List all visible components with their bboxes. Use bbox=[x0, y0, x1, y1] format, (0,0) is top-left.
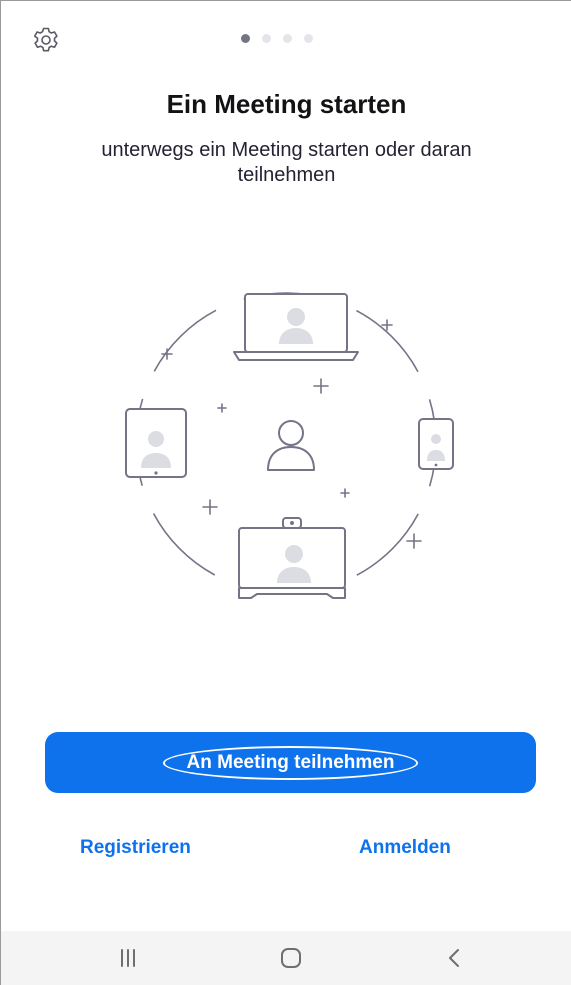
page-dot bbox=[304, 34, 313, 43]
page-title: Ein Meeting starten bbox=[166, 89, 407, 119]
signin-link[interactable]: Anmelden bbox=[359, 837, 451, 859]
recent-apps-icon[interactable] bbox=[113, 945, 143, 971]
register-link[interactable]: Registrieren bbox=[80, 837, 191, 859]
page-dot bbox=[262, 34, 271, 43]
page-dot-active bbox=[241, 34, 250, 43]
page-subtitle: unterwegs ein Meeting starten oder daran… bbox=[101, 139, 472, 186]
back-icon[interactable] bbox=[439, 945, 469, 971]
home-icon[interactable] bbox=[276, 945, 306, 971]
page-indicator bbox=[241, 34, 313, 43]
system-nav-bar bbox=[1, 931, 571, 985]
join-meeting-label: An Meeting teilnehmen bbox=[162, 745, 419, 780]
join-meeting-button[interactable]: An Meeting teilnehmen bbox=[45, 732, 536, 793]
page-dot bbox=[283, 34, 292, 43]
gear-icon[interactable] bbox=[31, 25, 61, 55]
start-screen: Ein Meeting starten unterwegs ein Meetin… bbox=[0, 0, 571, 985]
devices-connected-illustration bbox=[109, 286, 464, 606]
